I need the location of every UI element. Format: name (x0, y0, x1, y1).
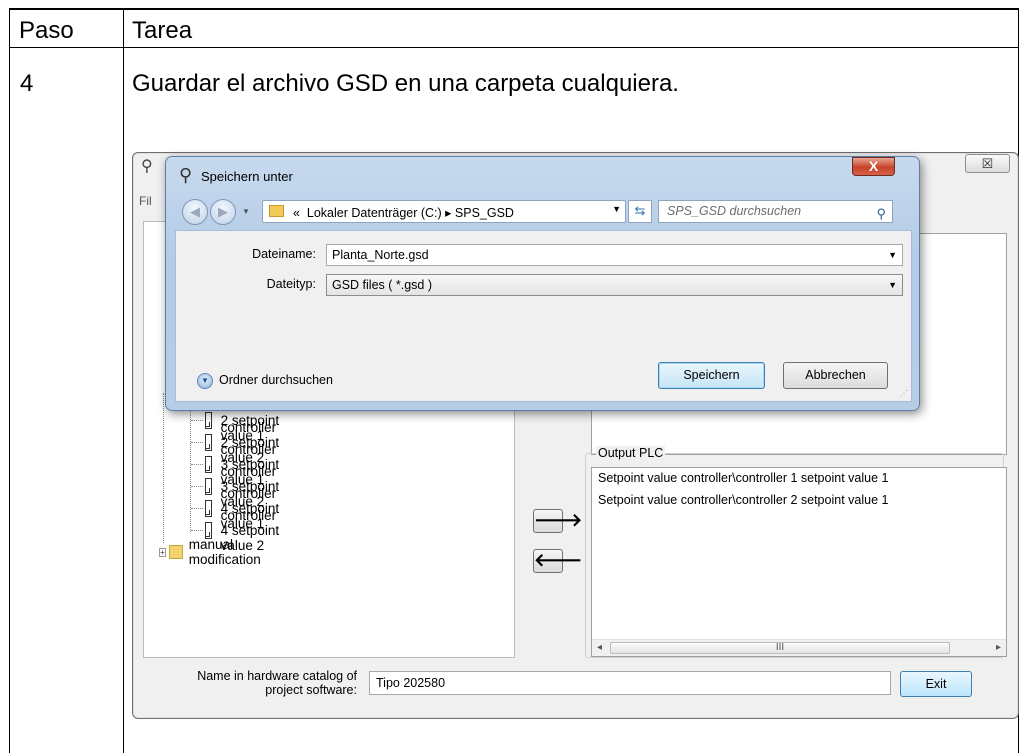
save-as-dialog: ⚲ Speichern unter X ◀ ▶ ▼ « Lokaler Date… (165, 156, 920, 411)
scroll-thumb[interactable]: III (610, 642, 950, 654)
save-button[interactable]: Speichern (658, 362, 765, 389)
table-top-border (10, 9, 1018, 10)
list-item[interactable]: Setpoint value controller\controller 1 s… (598, 471, 888, 485)
scroll-right-icon[interactable]: ▸ (996, 642, 1001, 653)
forward-icon[interactable]: ▶ (210, 199, 236, 225)
file-icon (204, 411, 212, 429)
output-plc-list[interactable]: Setpoint value controller\controller 1 s… (591, 467, 1007, 657)
chevron-down-icon[interactable]: ▼ (888, 275, 897, 295)
file-icon (204, 433, 212, 451)
file-icon (204, 521, 212, 539)
horizontal-scrollbar[interactable]: ◂ III ▸ (592, 639, 1006, 656)
header-step: Paso (19, 17, 74, 44)
list-item[interactable]: Setpoint value controller\controller 2 s… (598, 493, 888, 507)
table-divider (10, 47, 1018, 48)
remove-left-button[interactable]: 🡐 (533, 549, 582, 573)
browse-folders-link[interactable]: Ordner durchsuchen (219, 373, 333, 387)
header-task: Tarea (132, 17, 193, 44)
scroll-left-icon[interactable]: ◂ (597, 642, 602, 653)
refresh-icon[interactable]: ⇆ (628, 200, 652, 223)
output-plc-label: Output PLC (596, 446, 666, 460)
back-icon[interactable]: ◀ (182, 199, 208, 225)
folder-icon (269, 205, 284, 217)
expand-icon[interactable]: + (159, 547, 166, 557)
search-icon[interactable]: ⚲ (876, 203, 886, 224)
history-dropdown-icon[interactable]: ▼ (242, 207, 250, 216)
address-bar[interactable]: « Lokaler Datenträger (C:) ▸ SPS_GSD ▼ (262, 200, 626, 223)
hw-catalog-label: Name in hardware catalog of project soft… (197, 669, 357, 697)
table-column-divider (123, 9, 124, 753)
tree-connector (190, 407, 191, 532)
key-icon: ⚲ (179, 165, 193, 185)
folder-icon (168, 545, 183, 559)
file-icon (204, 455, 212, 473)
dialog-title: Speichern unter (201, 169, 293, 184)
search-input[interactable]: SPS_GSD durchsuchen ⚲ (658, 200, 893, 223)
key-icon: ⚲ (141, 158, 153, 175)
step-text: Guardar el archivo GSD en una carpeta cu… (132, 70, 679, 97)
dialog-body: Dateiname: Planta_Norte.gsd ▼ Dateityp: … (175, 230, 912, 402)
add-right-button[interactable]: 🡒 (533, 509, 582, 533)
dialog-close-button[interactable]: X (852, 157, 895, 176)
expand-folders-icon[interactable]: ▼ (197, 373, 213, 389)
filetype-select[interactable]: GSD files ( *.gsd ) ▼ (326, 274, 903, 296)
tree-folder-manual-modification[interactable]: + manual modification (159, 537, 269, 567)
cancel-button[interactable]: Abbrechen (783, 362, 888, 389)
tree-connector-root (163, 393, 164, 543)
file-icon (204, 499, 212, 517)
step-number: 4 (20, 70, 34, 97)
menu-file[interactable]: Fil (139, 194, 152, 208)
close-button[interactable]: ☒ (965, 154, 1010, 173)
file-icon (204, 477, 212, 495)
filename-label: Dateiname: (252, 247, 316, 261)
filename-field[interactable]: Planta_Norte.gsd ▼ (326, 244, 903, 266)
hw-catalog-name-input[interactable]: Tipo 202580 (369, 671, 891, 695)
chevron-down-icon[interactable]: ▼ (888, 245, 897, 265)
address-path: Lokaler Datenträger (C:) ▸ SPS_GSD (306, 206, 514, 220)
chevron-down-icon[interactable]: ▼ (612, 204, 621, 214)
resize-grip-icon[interactable]: ⋰ (900, 389, 908, 398)
filetype-label: Dateityp: (266, 277, 316, 291)
exit-button[interactable]: Exit (900, 671, 972, 697)
